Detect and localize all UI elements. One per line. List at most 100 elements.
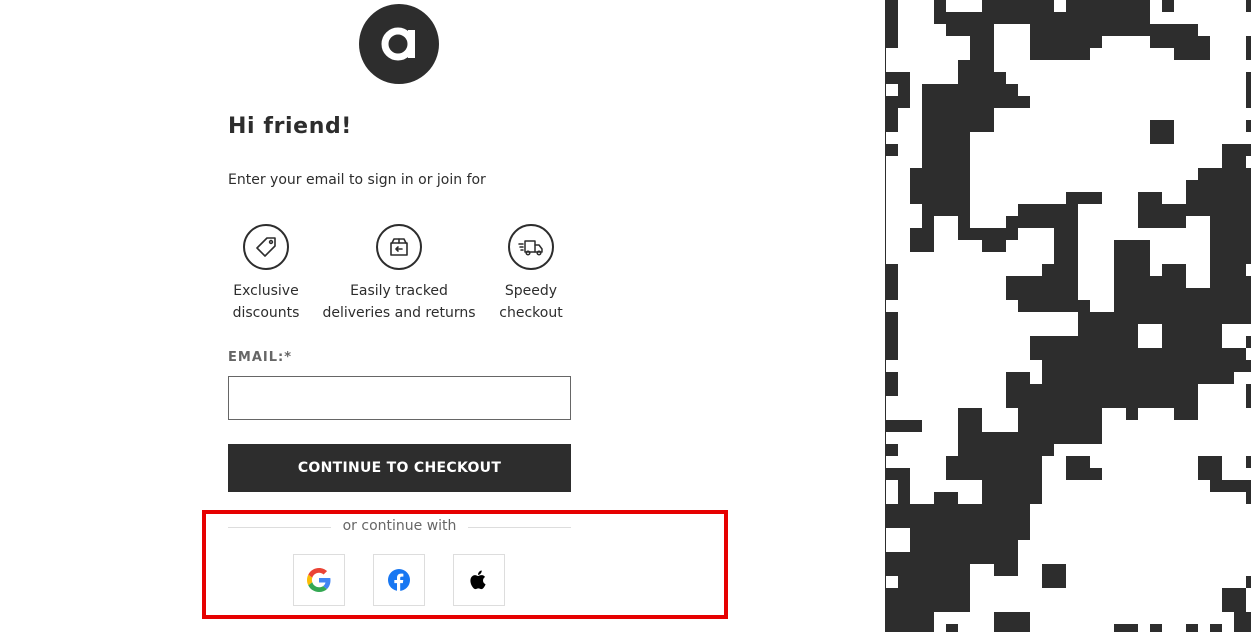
pattern-block — [1018, 492, 1030, 504]
pattern-block — [910, 420, 922, 432]
pattern-block — [1138, 24, 1150, 36]
pattern-block — [1138, 348, 1150, 360]
pattern-block — [994, 456, 1006, 468]
pattern-block — [886, 24, 898, 36]
pattern-block — [946, 504, 958, 516]
pattern-block — [898, 564, 910, 576]
pattern-block — [1018, 468, 1030, 480]
pattern-block — [1210, 216, 1222, 228]
pattern-block — [1210, 180, 1222, 192]
pattern-block — [946, 552, 958, 564]
pattern-block — [1054, 240, 1066, 252]
pattern-block — [1042, 276, 1054, 288]
pattern-block — [1222, 300, 1234, 312]
pattern-block — [1054, 408, 1066, 420]
pattern-block — [982, 12, 994, 24]
pattern-block — [910, 516, 922, 528]
pattern-block — [1234, 276, 1246, 288]
pattern-block — [1114, 252, 1126, 264]
pattern-block — [1090, 468, 1102, 480]
google-sign-in-button[interactable] — [293, 554, 345, 606]
pattern-block — [1090, 420, 1102, 432]
pattern-block — [1186, 360, 1198, 372]
pattern-block — [934, 96, 946, 108]
pattern-block — [1066, 336, 1078, 348]
pattern-block — [1006, 276, 1018, 288]
continue-to-checkout-button[interactable]: CONTINUE TO CHECKOUT — [228, 444, 571, 492]
pattern-block — [1054, 372, 1066, 384]
pattern-block — [1126, 384, 1138, 396]
pattern-block — [1222, 228, 1234, 240]
pattern-block — [922, 504, 934, 516]
pattern-block — [982, 0, 994, 12]
pattern-block — [1210, 360, 1222, 372]
pattern-block — [1102, 384, 1114, 396]
pattern-block — [1186, 180, 1198, 192]
pattern-block — [1102, 24, 1114, 36]
apple-sign-in-button[interactable] — [453, 554, 505, 606]
pattern-block — [1162, 120, 1174, 132]
pattern-block — [958, 204, 970, 216]
pattern-block — [1006, 444, 1018, 456]
pattern-block — [1078, 468, 1090, 480]
pattern-block — [958, 552, 970, 564]
pattern-block — [1066, 420, 1078, 432]
pattern-block — [946, 108, 958, 120]
pattern-block — [1006, 384, 1018, 396]
pattern-block — [982, 528, 994, 540]
pattern-block — [1150, 300, 1162, 312]
pattern-block — [1078, 0, 1090, 12]
email-field[interactable] — [228, 376, 571, 420]
pattern-block — [1174, 360, 1186, 372]
pattern-block — [994, 468, 1006, 480]
pattern-block — [1126, 12, 1138, 24]
pattern-block — [1210, 312, 1222, 324]
pattern-block — [1222, 204, 1234, 216]
pattern-block — [1006, 552, 1018, 564]
pattern-block — [1138, 204, 1150, 216]
pattern-block — [1030, 24, 1042, 36]
pattern-block — [1222, 480, 1234, 492]
pattern-block — [1114, 24, 1126, 36]
email-label: EMAIL:* — [228, 350, 292, 365]
pattern-block — [1234, 588, 1246, 600]
pattern-block — [994, 624, 1006, 632]
pattern-block — [1042, 348, 1054, 360]
pattern-block — [1246, 312, 1251, 324]
pattern-block — [1030, 48, 1042, 60]
pattern-block — [1126, 276, 1138, 288]
pattern-block — [1066, 36, 1078, 48]
pattern-block — [958, 540, 970, 552]
pattern-block — [886, 276, 898, 288]
pattern-block — [910, 624, 922, 632]
pattern-block — [1030, 348, 1042, 360]
facebook-sign-in-button[interactable] — [373, 554, 425, 606]
pattern-block — [886, 264, 898, 276]
pattern-block — [1006, 468, 1018, 480]
pattern-block — [1114, 240, 1126, 252]
pattern-block — [1138, 252, 1150, 264]
pattern-block — [970, 12, 982, 24]
pattern-block — [1054, 12, 1066, 24]
pattern-block — [1054, 276, 1066, 288]
pattern-block — [1006, 96, 1018, 108]
pattern-block — [958, 24, 970, 36]
pattern-block — [1066, 12, 1078, 24]
pattern-block — [1186, 48, 1198, 60]
pattern-block — [1042, 384, 1054, 396]
pattern-block — [970, 456, 982, 468]
pattern-block — [1066, 0, 1078, 12]
pattern-block — [886, 36, 898, 48]
pattern-block — [1078, 396, 1090, 408]
pattern-block — [982, 516, 994, 528]
pattern-block — [1030, 396, 1042, 408]
pattern-block — [994, 480, 1006, 492]
pattern-block — [922, 528, 934, 540]
pattern-block — [1126, 312, 1138, 324]
pattern-block — [910, 528, 922, 540]
pattern-block — [1126, 252, 1138, 264]
pattern-block — [1198, 36, 1210, 48]
pattern-block — [1126, 264, 1138, 276]
brand-logo[interactable] — [359, 4, 439, 84]
pattern-block — [1210, 468, 1222, 480]
